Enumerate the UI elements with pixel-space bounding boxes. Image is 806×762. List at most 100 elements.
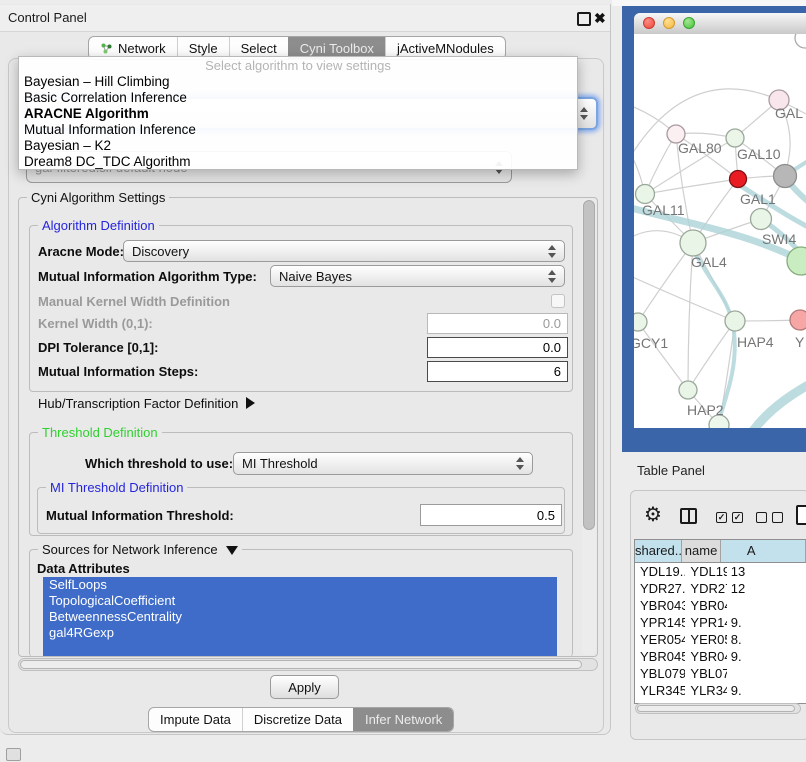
table-row[interactable]: YDL19...YDL19...13 [635,563,806,580]
float-window-icon[interactable] [577,12,591,26]
table-cell: YPR145W [685,614,726,631]
combo-stepper-icon [580,107,588,120]
table-cell: YLR345W [685,682,726,699]
control-panel-titlebar [0,5,610,32]
tab-label: Style [189,41,218,56]
node-gal1-label: GAL1 [740,191,776,207]
which-threshold-combo[interactable]: MI Threshold [233,452,533,475]
checked-pair-icon[interactable]: ✓ ✓ [716,512,743,523]
node-gal10[interactable] [726,129,744,147]
column-split-icon[interactable] [680,508,697,524]
network-edge[interactable] [645,179,738,194]
table-row[interactable]: YER054CYER054C8. [635,631,806,648]
table-cell: YDR27... [635,580,685,597]
node-hap4[interactable] [725,311,745,331]
attribute-item[interactable]: TopologicalCoefficient [43,593,557,609]
apply-button[interactable]: Apply [270,675,339,699]
table-cell: YER054C [685,631,726,648]
node-swi4[interactable] [751,209,772,230]
table-cell: 12 [727,580,806,597]
mi-steps-field[interactable]: 6 [427,361,568,382]
algorithm-option[interactable]: Mutual Information Inference [19,122,577,138]
column-header[interactable]: A [721,540,806,562]
node-gray[interactable] [774,165,797,188]
algorithm-option[interactable]: ARACNE Algorithm [19,106,577,122]
node-gcy1[interactable] [634,313,647,331]
network-window[interactable]: GALGAL80GAL10GAL1GAL11SWI4GAL4GCY1HAP4YH… [634,13,806,428]
table-row[interactable]: YPR145WYPR145W9. [635,614,806,631]
unchecked-pair-icon[interactable] [756,512,783,523]
algorithm-option[interactable]: Basic Correlation Inference [19,90,577,106]
checked-box-icon: ✓ [732,512,743,523]
algorithm-option[interactable]: Dream8 DC_TDC Algorithm [19,154,577,170]
column-header[interactable]: name [682,540,721,562]
checked-box-icon: ✓ [716,512,727,523]
table-row[interactable]: YBR043CYBR043C [635,597,806,614]
table-row[interactable]: YLR345WYLR345W9. [635,682,806,699]
file-icon[interactable] [796,505,806,525]
node-gal4-label: GAL4 [691,254,727,270]
table-row[interactable]: YDR27...YDR27...12 [635,580,806,597]
attribute-item-partial[interactable] [43,641,557,656]
table-row[interactable]: YBR045CYBR045C9. [635,648,806,665]
zoom-traffic-light-icon[interactable] [683,17,695,29]
network-window-titlebar[interactable] [634,13,806,35]
combo-stepper-icon [548,245,556,258]
network-edge[interactable] [634,274,735,321]
table-cell: YBR045C [685,648,726,665]
aracne-mode-combo[interactable]: Discovery [123,240,565,262]
settings-vscrollbar[interactable] [582,199,596,655]
attribute-item[interactable]: SelfLoops [43,577,557,593]
network-edge[interactable] [752,370,806,428]
table-cell: YBR045C [635,648,685,665]
algorithm-option[interactable]: Bayesian – Hill Climbing [19,74,577,90]
algorithm-dropdown-popup: Select algorithm to view settings Bayesi… [18,56,578,170]
network-edge[interactable] [688,321,735,390]
network-graph[interactable]: GALGAL80GAL10GAL1GAL11SWI4GAL4GCY1HAP4YH… [634,34,806,428]
settings-hscrollbar[interactable] [18,658,598,671]
node-salmon[interactable] [790,310,806,330]
settings-hscrollbar-thumb[interactable] [20,660,582,669]
network-edge[interactable] [638,322,688,390]
manual-kernel-width-checkbox[interactable] [551,294,565,308]
node-gal4[interactable] [680,230,706,256]
table-hscrollbar-thumb[interactable] [637,705,795,712]
table-cell [727,597,806,614]
algorithm-option[interactable]: Bayesian – K2 [19,138,577,154]
gear-icon[interactable]: ⚙ [644,505,662,525]
table-row[interactable]: YBL079WYBL079W [635,665,806,682]
mi-algorithm-type-combo[interactable]: Naive Bayes [270,265,565,287]
bottom-tab-impute-data[interactable]: Impute Data [149,708,242,731]
close-icon[interactable]: ✖ [594,5,606,31]
table-hscrollbar[interactable] [635,703,801,714]
node-partial-top[interactable] [795,34,806,48]
hub-definition-toggle[interactable]: Hub/Transcription Factor Definition [38,394,255,412]
node-hap2[interactable] [679,381,697,399]
panel-corner-icon[interactable] [6,748,21,761]
attribute-item[interactable]: BetweennessCentrality [43,609,557,625]
collapse-down-icon[interactable] [226,546,238,555]
table-cell: YBR043C [635,597,685,614]
bottom-tab-infer-network[interactable]: Infer Network [353,708,453,731]
column-header[interactable]: shared... [635,540,682,562]
table-panel-title: Table Panel [637,463,705,478]
hub-definition-label: Hub/Transcription Factor Definition [38,396,238,411]
dpi-tolerance-field[interactable]: 0.0 [427,337,568,358]
network-canvas[interactable]: GALGAL80GAL10GAL1GAL11SWI4GAL4GCY1HAP4YH… [634,34,806,428]
table-cell: 9. [727,648,806,665]
table-cell: 8. [727,631,806,648]
node-gal11[interactable] [636,185,655,204]
bottom-tab-discretize-data[interactable]: Discretize Data [242,708,353,731]
close-traffic-light-icon[interactable] [643,17,655,29]
node-gal1[interactable] [730,171,747,188]
unchecked-box-icon [772,512,783,523]
settings-vscrollbar-thumb[interactable] [583,200,595,530]
minimize-traffic-light-icon[interactable] [663,17,675,29]
mi-threshold-field[interactable]: 0.5 [420,504,562,526]
mi-threshold-group-title: MI Threshold Definition [46,480,187,495]
kernel-width-label: Kernel Width (0,1): [38,313,153,334]
attribute-item[interactable]: gal4RGexp [43,625,557,641]
tab-label: Infer Network [365,712,442,727]
kernel-width-field[interactable]: 0.0 [427,313,568,334]
data-attributes-list[interactable]: SelfLoopsTopologicalCoefficientBetweenne… [43,577,557,656]
